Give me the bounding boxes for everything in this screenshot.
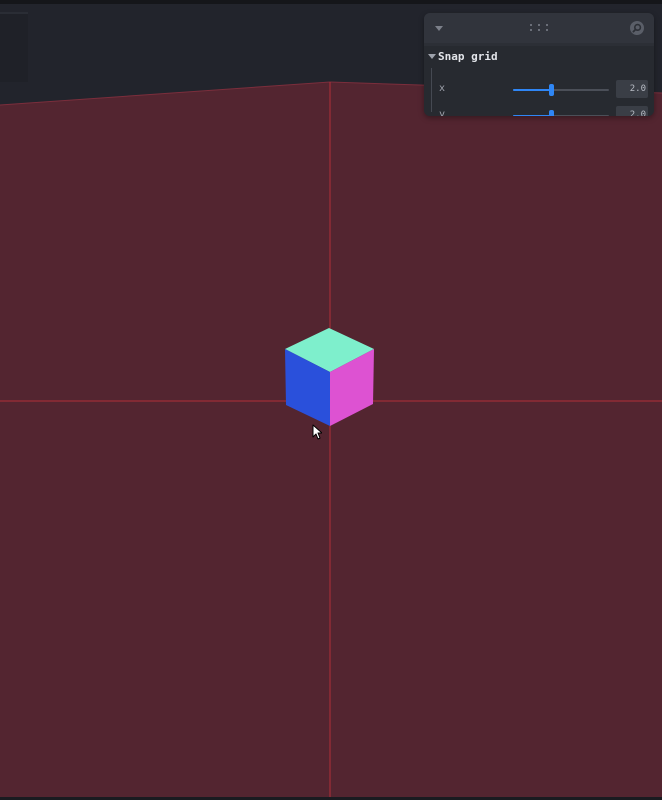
value-field-y[interactable]: 2.0 — [616, 106, 648, 116]
background-structure — [0, 12, 28, 82]
slider-y-knob[interactable] — [549, 110, 555, 116]
chevron-down-icon[interactable] — [428, 54, 436, 60]
slider-x[interactable] — [513, 84, 609, 96]
folder-title-row[interactable]: Snap grid — [424, 46, 654, 68]
background-structure-edge — [0, 12, 28, 14]
param-label-x: x — [439, 83, 446, 94]
slider-y-fill — [513, 115, 552, 116]
drag-grip-icon[interactable] — [528, 23, 550, 33]
slider-x-fill — [513, 89, 552, 91]
search-icon[interactable] — [629, 20, 645, 36]
ground-plane — [0, 82, 662, 800]
window-top-edge — [0, 0, 662, 4]
panel-header[interactable] — [424, 13, 654, 43]
param-label-y: y — [439, 109, 446, 116]
value-field-x[interactable]: 2.0 — [616, 80, 648, 98]
slider-x-knob[interactable] — [549, 84, 555, 96]
param-row-y: y 2.0 — [432, 105, 654, 116]
snap-grid-folder: Snap grid x 2.0 y 2.0 — [424, 46, 654, 116]
param-row-x: x 2.0 — [432, 79, 654, 101]
folder-title: Snap grid — [438, 50, 498, 63]
slider-y[interactable] — [513, 110, 609, 116]
arrow-cursor-icon — [312, 424, 322, 440]
control-panel: Snap grid x 2.0 y 2.0 — [424, 13, 654, 116]
scene-canvas[interactable] — [0, 0, 662, 800]
triangle-down-icon[interactable] — [433, 22, 445, 34]
3d-viewport[interactable] — [0, 0, 662, 800]
